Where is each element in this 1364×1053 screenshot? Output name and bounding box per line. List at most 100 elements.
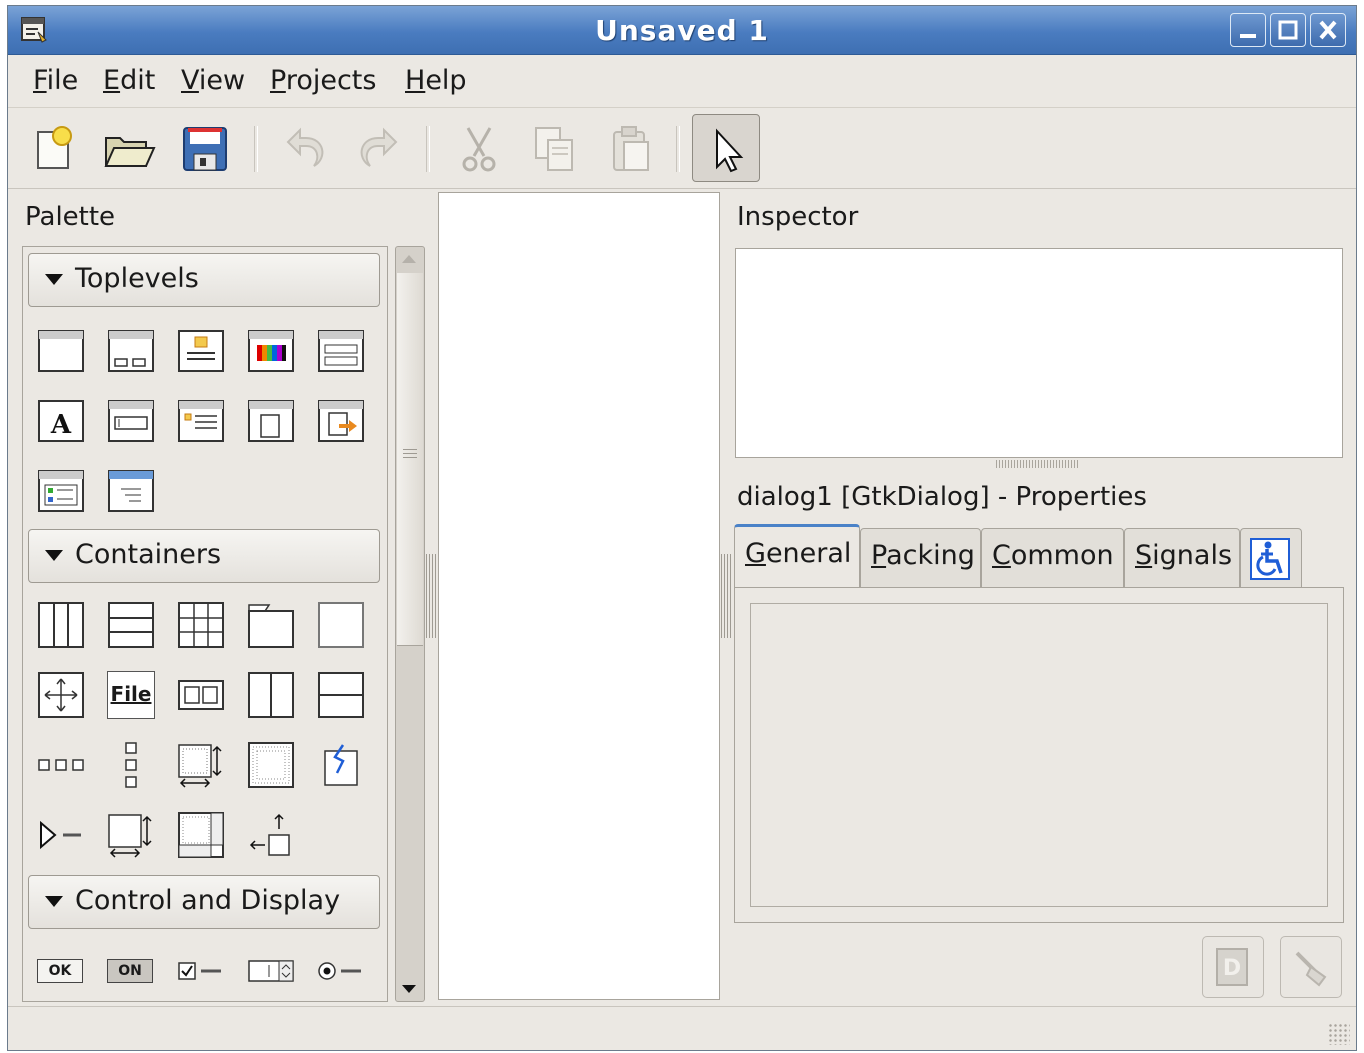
project-view[interactable]	[438, 192, 720, 1000]
group-control-display-header[interactable]: Control and Display	[28, 875, 380, 929]
undo-icon[interactable]	[280, 122, 334, 176]
group-toplevels-header[interactable]: Toplevels	[28, 253, 380, 307]
about-dialog-icon[interactable]	[177, 327, 225, 375]
accessibility-icon	[1250, 538, 1290, 580]
expander-arrow-icon	[45, 896, 63, 907]
menu-bar: File Edit View Projects Help	[8, 55, 1356, 108]
palette-title: Palette	[25, 202, 116, 232]
redo-icon[interactable]	[350, 122, 404, 176]
properties-tab-panel	[734, 587, 1344, 923]
property-docs-button[interactable]: D	[1202, 936, 1264, 998]
menu-projects[interactable]: Projects	[270, 65, 376, 96]
toolbar-separator	[426, 126, 430, 172]
window-title: Unsaved 1	[595, 14, 769, 47]
menu-view[interactable]: View	[181, 65, 245, 96]
expander-arrow-icon	[45, 274, 63, 285]
vertical-panes-icon[interactable]	[317, 671, 365, 719]
event-box-icon[interactable]	[317, 741, 365, 789]
scroll-down-arrow-icon[interactable]	[402, 985, 416, 993]
status-bar	[8, 1006, 1356, 1051]
scroll-up-arrow-icon[interactable]	[402, 255, 416, 263]
title-bar[interactable]: Unsaved 1	[8, 6, 1356, 55]
pane-grip-right[interactable]	[721, 554, 731, 638]
palette-panel: Toplevels A Containers File Control and …	[22, 246, 388, 1002]
paste-icon[interactable]	[604, 122, 658, 176]
menu-file[interactable]: File	[33, 65, 78, 96]
input-dialog-icon[interactable]	[107, 397, 155, 445]
dialog-widget-icon[interactable]	[107, 327, 155, 375]
thumb-grip-icon	[403, 449, 417, 459]
toggle-button-icon[interactable]: ON	[107, 947, 155, 995]
docs-icon: D	[1216, 948, 1248, 986]
scrollbar-thumb[interactable]	[397, 273, 423, 646]
cut-icon[interactable]	[452, 122, 506, 176]
file-chooser-dialog-icon[interactable]	[317, 327, 365, 375]
resize-grip-icon[interactable]	[1328, 1023, 1350, 1045]
scrollbar-container-icon[interactable]	[177, 811, 225, 859]
scrolled-window-icon[interactable]	[247, 741, 295, 789]
properties-editor-area	[750, 603, 1328, 907]
horizontal-panes-icon[interactable]	[247, 671, 295, 719]
group-containers-header[interactable]: Containers	[28, 529, 380, 583]
new-project-icon[interactable]	[28, 122, 82, 176]
pointer-icon	[716, 128, 744, 173]
menu-edit[interactable]: Edit	[103, 65, 155, 96]
copy-icon[interactable]	[528, 122, 582, 176]
toolbar-separator	[254, 126, 258, 172]
inspector-pane-grip[interactable]	[996, 460, 1080, 468]
viewport-icon[interactable]	[107, 811, 155, 859]
page-setup-dialog-icon[interactable]	[247, 397, 295, 445]
horizontal-button-box-icon[interactable]	[37, 741, 85, 789]
horizontal-box-icon[interactable]	[37, 601, 85, 649]
recent-chooser-dialog-icon[interactable]	[317, 397, 365, 445]
menu-help[interactable]: Help	[405, 65, 467, 96]
svg-text:A: A	[50, 410, 72, 440]
app-window: Unsaved 1 File Edit View Projects Help P…	[7, 5, 1357, 1051]
maximize-icon	[1278, 20, 1298, 40]
expander-arrow-icon	[45, 550, 63, 561]
close-icon	[1319, 20, 1337, 40]
properties-heading: dialog1 [GtkDialog] - Properties	[737, 482, 1147, 512]
button-box-icon[interactable]	[177, 671, 225, 719]
inspector-title: Inspector	[737, 202, 859, 232]
vertical-button-box-icon[interactable]	[107, 741, 155, 789]
font-selection-dialog-icon[interactable]: A	[37, 397, 85, 445]
radio-button-icon[interactable]	[317, 947, 365, 995]
toolbar	[8, 108, 1356, 189]
alignment-icon[interactable]	[247, 811, 295, 859]
open-icon[interactable]	[102, 122, 156, 176]
menu-bar-widget-icon[interactable]: File	[107, 671, 155, 719]
layout-icon[interactable]	[177, 741, 225, 789]
minimize-button[interactable]	[1230, 13, 1266, 47]
frame-icon[interactable]	[317, 601, 365, 649]
tab-packing[interactable]: Packing	[860, 528, 981, 588]
expander-icon[interactable]	[37, 811, 85, 859]
spin-button-icon[interactable]	[247, 947, 295, 995]
maximize-button[interactable]	[1270, 13, 1306, 47]
color-selection-dialog-icon[interactable]	[247, 327, 295, 375]
tab-accessibility[interactable]	[1240, 528, 1302, 588]
table-icon[interactable]	[177, 601, 225, 649]
svg-text:D: D	[1223, 956, 1241, 981]
tab-common[interactable]: Common	[981, 528, 1124, 588]
offscreen-window-icon[interactable]	[107, 467, 155, 515]
tab-signals[interactable]: Signals	[1124, 528, 1240, 588]
notebook-icon[interactable]	[247, 601, 295, 649]
window-widget-icon[interactable]	[37, 327, 85, 375]
message-dialog-icon[interactable]	[177, 397, 225, 445]
tab-general[interactable]: General	[734, 524, 860, 588]
pane-grip-left[interactable]	[426, 554, 436, 638]
clear-brush-icon	[1295, 951, 1327, 987]
check-button-icon[interactable]	[177, 947, 225, 995]
assistant-icon[interactable]	[37, 467, 85, 515]
fixed-icon[interactable]	[37, 671, 85, 719]
pointer-mode-button[interactable]	[692, 114, 760, 182]
button-widget-icon[interactable]: OK	[37, 947, 85, 995]
toolbar-separator	[676, 126, 680, 172]
close-button[interactable]	[1310, 13, 1346, 47]
vertical-box-icon[interactable]	[107, 601, 155, 649]
save-icon[interactable]	[178, 122, 232, 176]
clear-property-button[interactable]	[1280, 936, 1342, 998]
inspector-tree[interactable]	[735, 248, 1343, 458]
palette-scrollbar[interactable]	[395, 246, 425, 1002]
